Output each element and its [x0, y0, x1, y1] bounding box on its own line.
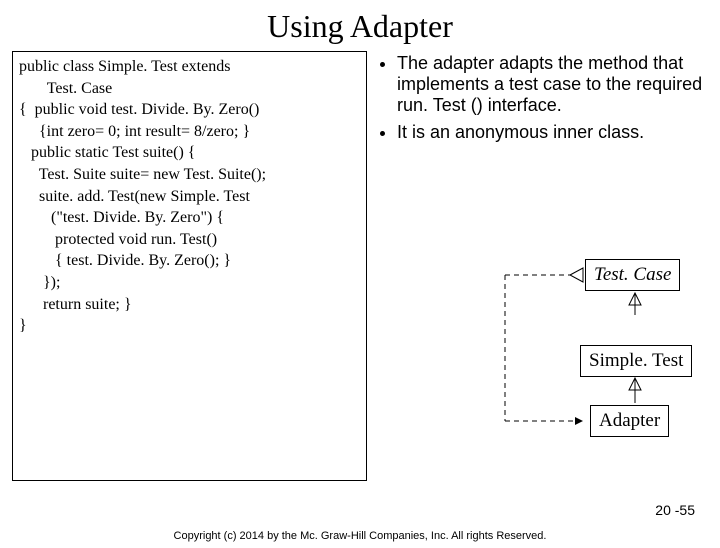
code-line: return suite; } — [19, 294, 360, 316]
bullet-item: It is an anonymous inner class. — [397, 122, 708, 143]
code-block: public class Simple. Test extends Test. … — [12, 51, 367, 481]
code-line: } — [19, 315, 360, 337]
code-line: ("test. Divide. By. Zero") { — [19, 207, 360, 229]
uml-diagram: Test. Case Simple. Test Adapter — [435, 253, 695, 488]
page-title: Using Adapter — [0, 8, 720, 45]
uml-class-adapter: Adapter — [590, 405, 669, 437]
code-line: { test. Divide. By. Zero(); } — [19, 250, 360, 272]
code-line: Test. Case — [19, 78, 360, 100]
slide-number: 20 -55 — [655, 502, 695, 518]
bullet-item: The adapter adapts the method that imple… — [397, 53, 708, 116]
code-line: suite. add. Test(new Simple. Test — [19, 186, 360, 208]
code-line: public static Test suite() { — [19, 142, 360, 164]
uml-class-simpletest: Simple. Test — [580, 345, 692, 377]
code-line: {int zero= 0; int result= 8/zero; } — [19, 121, 360, 143]
copyright-text: Copyright (c) 2014 by the Mc. Graw-Hill … — [0, 530, 720, 542]
code-line: protected void run. Test() — [19, 229, 360, 251]
code-line: { public void test. Divide. By. Zero() — [19, 99, 360, 121]
code-line: public class Simple. Test extends — [19, 56, 360, 78]
uml-class-testcase: Test. Case — [585, 259, 680, 291]
code-line: }); — [19, 272, 360, 294]
code-line: Test. Suite suite= new Test. Suite(); — [19, 164, 360, 186]
